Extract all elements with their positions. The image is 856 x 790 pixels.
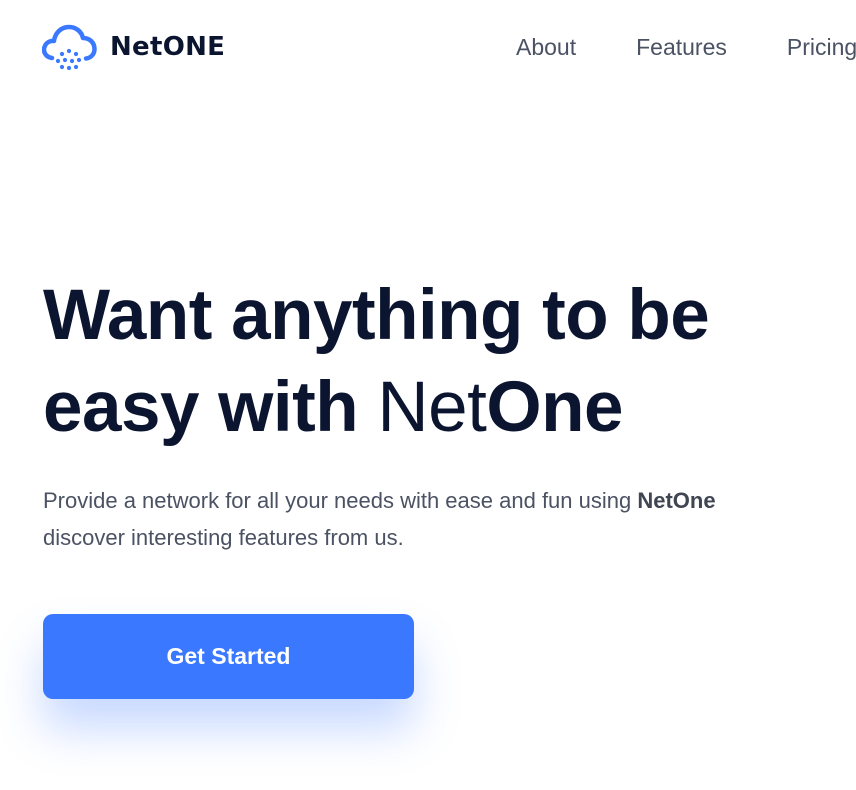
hero-desc-brand: NetOne	[637, 488, 716, 513]
hero-title: Want anything to be easy with NetOne	[43, 270, 843, 454]
brand-link[interactable]: NetONE	[42, 20, 225, 74]
hero-title-line2-end: One	[486, 368, 623, 447]
hero-title-line1: Want anything to be	[43, 276, 710, 355]
nav-link-about[interactable]: About	[516, 33, 576, 61]
brand-name: NetONE	[110, 32, 226, 62]
cloud-rain-icon	[42, 24, 97, 71]
hero-desc-text: Provide a network for all your needs wit…	[43, 488, 638, 513]
get-started-button[interactable]: Get Started	[43, 614, 414, 699]
hero-title-line2-bold: easy with	[43, 368, 378, 447]
main-nav: About Features Pricing	[516, 33, 856, 61]
nav-link-features[interactable]: Features	[636, 33, 727, 61]
hero-desc-text-2: discover interesting features from us.	[43, 525, 404, 550]
nav-link-pricing[interactable]: Pricing	[787, 33, 856, 61]
site-header: NetONE About Features Pricing	[0, 0, 856, 95]
hero-title-line2-light: Net	[377, 368, 487, 447]
hero-section: Want anything to be easy with NetOne Pro…	[43, 270, 843, 556]
hero-description: Provide a network for all your needs wit…	[43, 482, 823, 556]
